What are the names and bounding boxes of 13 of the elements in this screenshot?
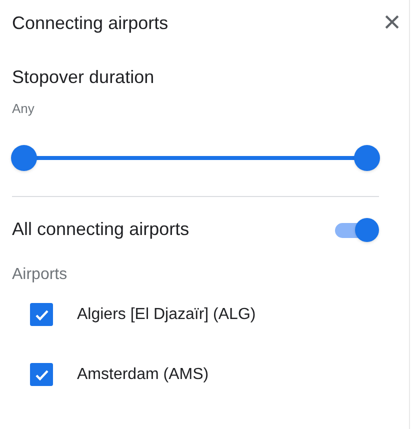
group-heading: Airports <box>12 264 68 284</box>
toggle-label: All connecting airports <box>12 218 190 241</box>
dialog-title: Connecting airports <box>12 12 168 35</box>
airport-label: Amsterdam (AMS) <box>77 364 209 384</box>
slider-thumb[interactable] <box>11 144 37 170</box>
checkbox[interactable] <box>30 303 53 326</box>
close-button[interactable]: × <box>379 8 405 38</box>
duration-value: Any <box>12 100 36 118</box>
toggle-switch[interactable] <box>333 218 379 242</box>
checkbox[interactable] <box>30 363 53 386</box>
airport-label: Algiers [El Djazaïr] (ALG) <box>77 304 256 324</box>
section-title: Stopover duration <box>12 66 156 89</box>
slider-thumb[interactable] <box>354 144 380 170</box>
